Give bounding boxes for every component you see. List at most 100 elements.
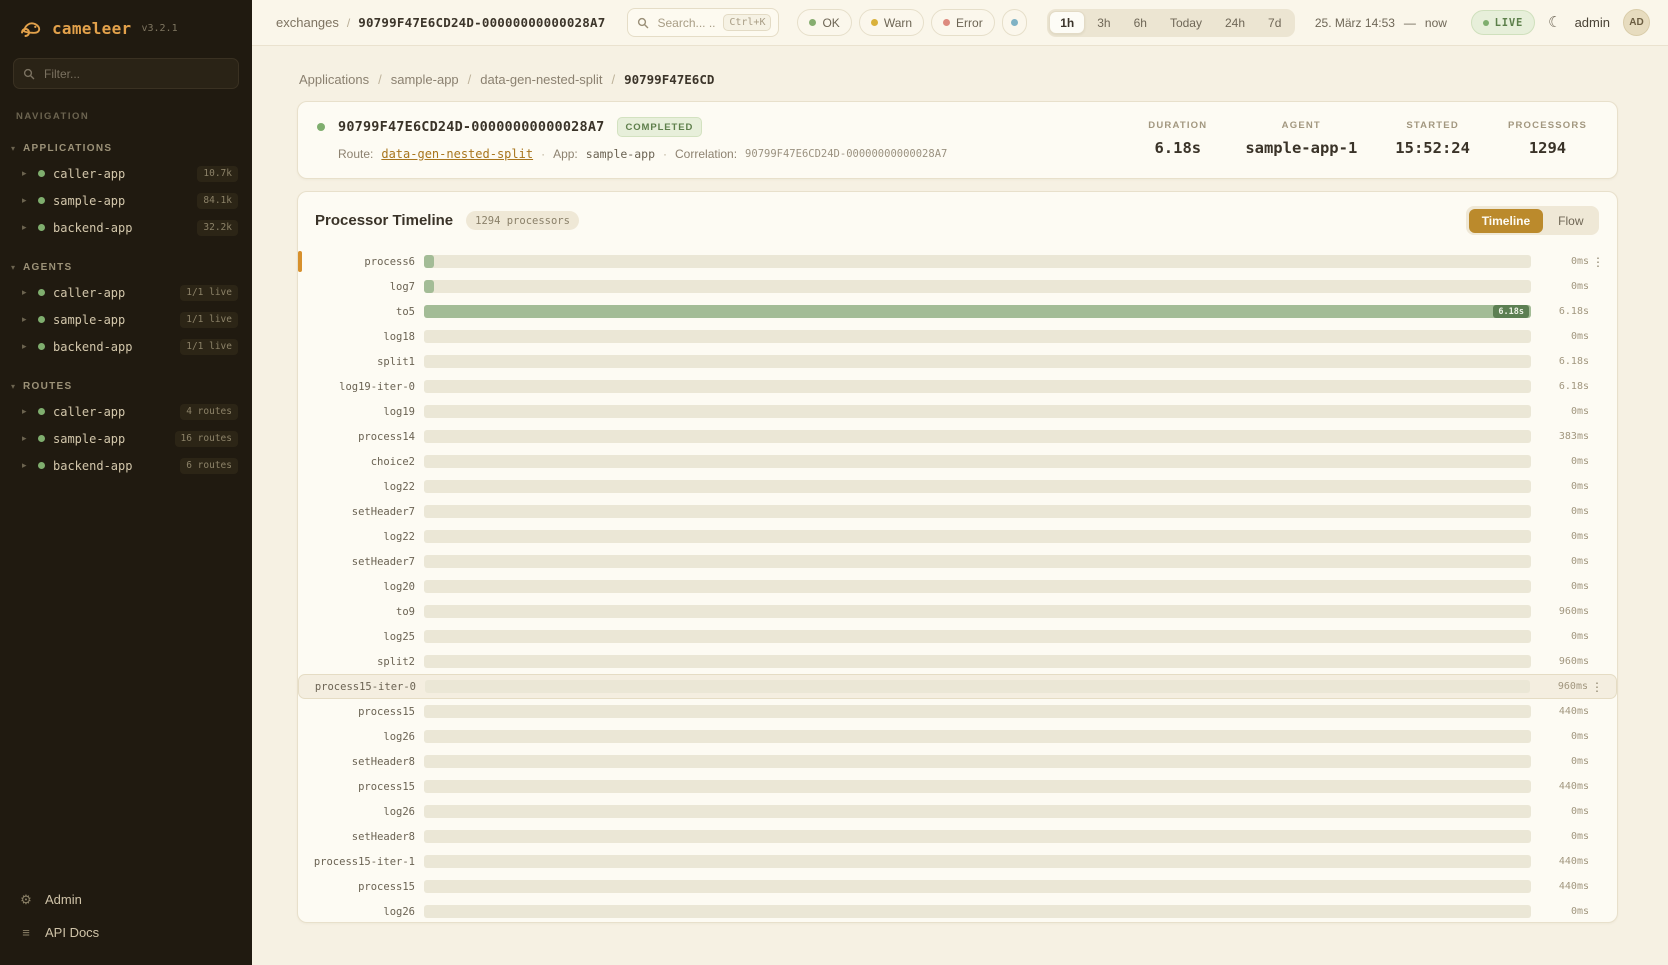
timeline-row[interactable]: log25 0ms ⋮ [298, 624, 1617, 649]
range-button-6h[interactable]: 6h [1123, 11, 1158, 34]
sidebar-item-backend-app[interactable]: ▸ backend-app 1/1 live [0, 333, 252, 360]
breadcrumb-segment[interactable]: Applications [299, 72, 369, 87]
row-duration: 0ms [1531, 456, 1589, 467]
timeline-row[interactable]: split2 960ms ⋮ [298, 649, 1617, 674]
caret-down-icon: ▾ [11, 383, 15, 391]
sidebar-item-backend-app[interactable]: ▸ backend-app 32.2k [0, 214, 252, 241]
sidebar-item-caller-app[interactable]: ▸ caller-app 1/1 live [0, 279, 252, 306]
avatar[interactable]: AD [1623, 9, 1650, 36]
sidebar-item-caller-app[interactable]: ▸ caller-app 10.7k [0, 160, 252, 187]
logo-row[interactable]: cameleer v3.2.1 [0, 0, 252, 48]
date-range-display: 25. März 14:53 — now [1315, 16, 1447, 30]
timeline-row[interactable]: process15-iter-0 960ms ⋮ [298, 674, 1617, 699]
timeline-track: 6.18s [424, 305, 1531, 318]
timeline-row[interactable]: process14 383ms ⋮ [298, 424, 1617, 449]
sidebar-section-header[interactable]: ▾ ROUTES [0, 378, 252, 398]
timeline-track [424, 655, 1531, 668]
timeline-row[interactable]: log19 0ms ⋮ [298, 399, 1617, 424]
sidebar-section-header[interactable]: ▾ AGENTS [0, 259, 252, 279]
caret-down-icon: ▾ [11, 145, 15, 153]
meta-separator: · [541, 147, 545, 161]
timeline-row[interactable]: process15 440ms ⋮ [298, 774, 1617, 799]
breadcrumb-segment[interactable]: sample-app [391, 72, 459, 87]
timeline-row[interactable]: log26 0ms ⋮ [298, 899, 1617, 923]
timeline-row[interactable]: setHeader8 0ms ⋮ [298, 749, 1617, 774]
timeline-row[interactable]: split1 6.18s ⋮ [298, 349, 1617, 374]
range-button-24h[interactable]: 24h [1214, 11, 1256, 34]
processor-name: process6 [298, 256, 424, 268]
search-input[interactable] [655, 15, 717, 31]
timeline-row[interactable]: process6 0ms ⋮ [298, 249, 1617, 274]
kebab-menu-icon[interactable]: ⋮ [1589, 256, 1607, 268]
sidebar-section-title: APPLICATIONS [23, 143, 112, 154]
view-button-timeline[interactable]: Timeline [1469, 209, 1543, 233]
stat-value: sample-app-1 [1245, 139, 1357, 157]
status-dot [38, 435, 45, 442]
breadcrumb-exchanges-link[interactable]: exchanges [276, 15, 339, 30]
sidebar-item-sample-app[interactable]: ▸ sample-app 1/1 live [0, 306, 252, 333]
timeline-row[interactable]: setHeader7 0ms ⋮ [298, 499, 1617, 524]
status-filter-chip[interactable] [1002, 9, 1027, 36]
sidebar-item-backend-app[interactable]: ▸ backend-app 6 routes [0, 452, 252, 479]
row-duration: 0ms [1531, 581, 1589, 592]
sidebar-item-badge: 84.1k [197, 193, 238, 209]
timeline-row[interactable]: process15 440ms ⋮ [298, 699, 1617, 724]
sidebar-item-badge: 1/1 live [180, 285, 238, 301]
timeline-row[interactable]: process15 440ms ⋮ [298, 874, 1617, 899]
search-box[interactable]: Ctrl+K [627, 8, 779, 37]
sidebar-section-header[interactable]: ▾ APPLICATIONS [0, 140, 252, 160]
status-filter-chip-error[interactable]: Error [931, 9, 995, 36]
timeline-row[interactable]: to5 6.18s 6.18s ⋮ [298, 299, 1617, 324]
range-button-3h[interactable]: 3h [1086, 11, 1121, 34]
sidebar-section-items: ▸ caller-app 4 routes ▸ sample-app 16 ro… [0, 398, 252, 479]
sidebar-item-sample-app[interactable]: ▸ sample-app 16 routes [0, 425, 252, 452]
sidebar-item-sample-app[interactable]: ▸ sample-app 84.1k [0, 187, 252, 214]
dark-mode-toggle-icon[interactable]: ☾ [1548, 15, 1561, 30]
timeline-track [424, 705, 1531, 718]
timeline-track [424, 755, 1531, 768]
breadcrumb-separator: / [378, 72, 382, 87]
row-duration: 0ms [1531, 906, 1589, 917]
sidebar-item-label: sample-app [53, 432, 125, 446]
exchange-status-dot [317, 123, 325, 131]
range-button-today[interactable]: Today [1159, 11, 1213, 34]
timeline-track [424, 430, 1531, 443]
sidebar-item-caller-app[interactable]: ▸ caller-app 4 routes [0, 398, 252, 425]
status-filter-chip-warn[interactable]: Warn [859, 9, 924, 36]
timeline-row[interactable]: log20 0ms ⋮ [298, 574, 1617, 599]
kebab-menu-icon[interactable]: ⋮ [1588, 681, 1606, 693]
timeline-row[interactable]: log22 0ms ⋮ [298, 474, 1617, 499]
breadcrumb-segment[interactable]: data-gen-nested-split [480, 72, 602, 87]
timeline-row[interactable]: log26 0ms ⋮ [298, 799, 1617, 824]
timeline-row[interactable]: log7 0ms ⋮ [298, 274, 1617, 299]
sidebar-filter-input[interactable] [42, 66, 229, 82]
timeline-row[interactable]: log22 0ms ⋮ [298, 524, 1617, 549]
processor-count-badge: 1294 processors [466, 211, 579, 230]
range-button-7d[interactable]: 7d [1257, 11, 1292, 34]
timeline-track [424, 455, 1531, 468]
timeline-track [424, 380, 1531, 393]
exchange-meta-row: Route: data-gen-nested-split · App: samp… [338, 147, 947, 161]
timeline-row[interactable]: process15-iter-1 440ms ⋮ [298, 849, 1617, 874]
range-button-1h[interactable]: 1h [1049, 11, 1085, 34]
row-duration: 0ms [1531, 756, 1589, 767]
timeline-row[interactable]: setHeader8 0ms ⋮ [298, 824, 1617, 849]
timeline-row[interactable]: log18 0ms ⋮ [298, 324, 1617, 349]
user-name[interactable]: admin [1575, 15, 1610, 30]
timeline-row[interactable]: choice2 0ms ⋮ [298, 449, 1617, 474]
sidebar-filter-box[interactable] [13, 58, 239, 89]
view-button-flow[interactable]: Flow [1545, 209, 1596, 233]
row-duration: 0ms [1531, 406, 1589, 417]
timeline-row[interactable]: log19-iter-0 6.18s ⋮ [298, 374, 1617, 399]
sidebar-footer-item[interactable]: ≡ API Docs [14, 918, 238, 947]
route-link[interactable]: data-gen-nested-split [381, 147, 533, 161]
sidebar-sections: ▾ APPLICATIONS ▸ caller-app 10.7k ▸ samp… [0, 122, 252, 479]
timeline-row[interactable]: setHeader7 0ms ⋮ [298, 549, 1617, 574]
live-toggle[interactable]: LIVE [1471, 10, 1536, 35]
processor-name: process15-iter-1 [298, 856, 424, 868]
status-filter-chip-ok[interactable]: OK [797, 9, 851, 36]
timeline-row[interactable]: log26 0ms ⋮ [298, 724, 1617, 749]
processor-name: log26 [298, 806, 424, 818]
timeline-row[interactable]: to9 960ms ⋮ [298, 599, 1617, 624]
sidebar-footer-item[interactable]: ⚙ Admin [14, 885, 238, 914]
